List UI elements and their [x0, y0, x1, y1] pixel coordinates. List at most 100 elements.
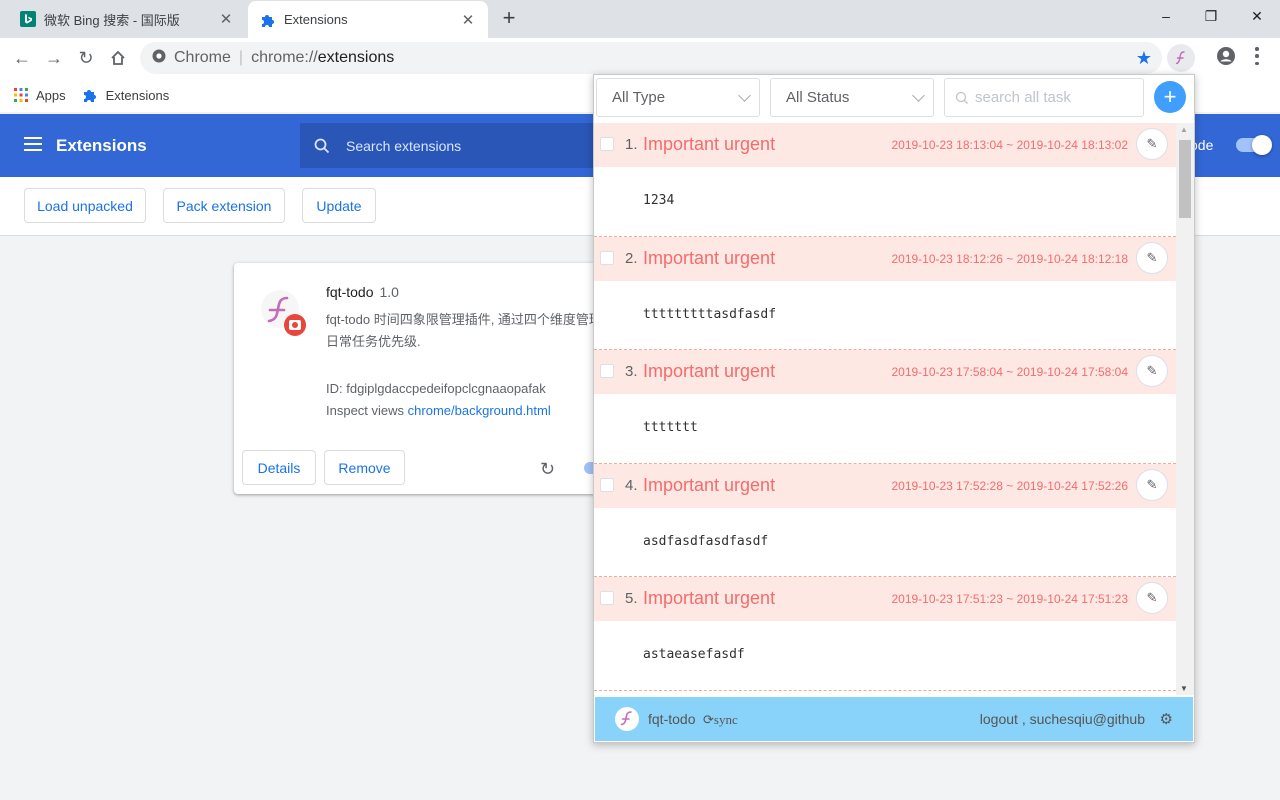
task-checkbox[interactable] — [600, 591, 614, 605]
bookmark-extensions[interactable]: Extensions — [82, 87, 169, 103]
task-time-range: 2019-10-23 17:58:04 ~ 2019-10-24 17:58:0… — [891, 365, 1128, 379]
forward-icon[interactable]: → — [42, 46, 66, 70]
restore-button[interactable]: ❐ — [1188, 0, 1234, 32]
tab-bing[interactable]: 微软 Bing 搜索 - 国际版 ✕ — [8, 0, 246, 38]
fqt-todo-popup: All Type All Status search all task + 1.… — [593, 74, 1195, 743]
task-number: 1. — [625, 136, 638, 153]
url-scheme: chrome:// — [251, 49, 318, 66]
browser-toolbar: ← → ↻ Chrome | chrome:// extensions ★ — [0, 38, 1280, 78]
task-checkbox[interactable] — [600, 137, 614, 151]
sync-button[interactable]: ⟳sync — [703, 712, 738, 728]
task-header: 5. Important urgent 2019-10-23 17:51:23 … — [594, 577, 1176, 621]
status-filter-select[interactable]: All Status — [770, 78, 934, 117]
puzzle-icon — [82, 87, 98, 103]
remove-button[interactable]: Remove — [324, 450, 405, 485]
chrome-icon — [152, 49, 166, 68]
task-content: tttttttttasdfasdf — [643, 306, 777, 322]
page-title: Extensions — [56, 136, 147, 155]
tab-strip: 微软 Bing 搜索 - 国际版 ✕ Extensions ✕ + – ❐ ✕ — [0, 0, 1280, 38]
toggle-knob — [1252, 135, 1272, 155]
url-divider: | — [238, 49, 244, 66]
minimize-button[interactable]: – — [1143, 0, 1189, 32]
edit-pencil-icon[interactable]: ✎ — [1136, 582, 1168, 614]
task-list-scrollbar[interactable]: ▲ ▼ — [1176, 123, 1194, 695]
search-placeholder: Search extensions — [346, 137, 462, 154]
details-button[interactable]: Details — [242, 450, 316, 485]
footer-app-name: fqt-todo — [648, 711, 696, 727]
home-icon[interactable] — [106, 46, 130, 70]
task-time-range: 2019-10-23 17:52:28 ~ 2019-10-24 17:52:2… — [891, 478, 1128, 493]
window-close-button[interactable]: ✕ — [1234, 0, 1280, 32]
edit-pencil-icon[interactable]: ✎ — [1136, 468, 1168, 501]
extension-logo — [260, 289, 308, 337]
address-bar[interactable]: Chrome | chrome:// extensions ★ — [140, 42, 1162, 74]
tab-title: 微软 Bing 搜索 - 国际版 — [44, 12, 180, 28]
task-content: 1234 — [643, 193, 675, 208]
task-header: 4. Important urgent 2019-10-23 17:52:28 … — [594, 463, 1176, 508]
profile-avatar-icon[interactable] — [1216, 46, 1236, 66]
task-content: astaeasefasdf — [643, 647, 745, 662]
type-filter-select[interactable]: All Type — [596, 78, 760, 117]
hamburger-menu-icon[interactable] — [24, 137, 42, 151]
url-host: extensions — [317, 49, 395, 66]
task-number: 5. — [625, 590, 638, 607]
task-priority: Important urgent — [643, 474, 776, 495]
sync-label: sync — [713, 712, 738, 727]
task-search-input[interactable]: search all task — [944, 78, 1144, 117]
edit-pencil-icon[interactable]: ✎ — [1136, 241, 1168, 274]
update-button[interactable]: Update — [302, 188, 376, 223]
task-content: asdfasdfasdfasdf — [643, 533, 769, 549]
site-chip: Chrome — [174, 49, 231, 66]
task-search-placeholder: search all task — [975, 89, 1071, 106]
tab-title: Extensions — [284, 12, 348, 27]
back-icon[interactable]: ← — [10, 46, 34, 70]
extension-name-text: fqt-todo — [326, 284, 374, 300]
task-priority: Important urgent — [643, 361, 776, 381]
scrollbar-thumb[interactable] — [1179, 140, 1191, 218]
bookmark-label: Apps — [36, 87, 66, 103]
tab-extensions[interactable]: Extensions ✕ — [248, 1, 488, 38]
task-content: ttttttt — [643, 420, 698, 435]
task-header: 3. Important urgent 2019-10-23 17:58:04 … — [594, 350, 1176, 394]
task-priority: Important urgent — [643, 588, 776, 608]
bookmark-star-icon[interactable]: ★ — [1136, 48, 1152, 69]
reload-extension-icon[interactable]: ↻ — [540, 459, 555, 480]
puzzle-icon — [260, 12, 276, 28]
extensions-search-input[interactable]: Search extensions — [300, 123, 600, 168]
add-task-button[interactable]: + — [1154, 81, 1186, 113]
menu-kebab-icon[interactable] — [1254, 47, 1260, 65]
new-tab-button[interactable]: + — [498, 7, 520, 30]
task-item: 2. Important urgent 2019-10-23 18:12:26 … — [594, 236, 1176, 350]
task-item: 3. Important urgent 2019-10-23 17:58:04 … — [594, 350, 1176, 464]
extension-version: 1.0 — [379, 284, 399, 300]
task-checkbox[interactable] — [600, 477, 614, 492]
scroll-up-icon[interactable]: ▲ — [1180, 125, 1188, 134]
edit-pencil-icon[interactable]: ✎ — [1136, 128, 1168, 160]
extension-description: fqt-todo 时间四象限管理插件, 通过四个维度管理日常任务优先级. — [326, 312, 602, 349]
tab-close-icon[interactable]: ✕ — [460, 11, 476, 29]
developer-mode-toggle[interactable] — [1236, 135, 1272, 155]
extension-id: ID: fdgiplgdaccpedeifopclcgnaaopafak — [326, 381, 546, 396]
logout-user-link[interactable]: logout , suchesqiu@github — [980, 711, 1145, 727]
task-list: 1. Important urgent 2019-10-23 18:13:04 … — [594, 123, 1176, 695]
task-number: 2. — [625, 249, 638, 267]
task-item: 5. Important urgent 2019-10-23 17:51:23 … — [594, 577, 1176, 691]
bookmark-apps[interactable]: Apps — [14, 88, 66, 103]
background-page-link[interactable]: chrome/background.html — [408, 403, 551, 418]
tab-close-icon[interactable]: ✕ — [218, 10, 234, 28]
gear-icon[interactable]: ⚙ — [1160, 710, 1173, 728]
edit-pencil-icon[interactable]: ✎ — [1136, 355, 1168, 387]
task-checkbox[interactable] — [600, 364, 614, 378]
fqt-todo-extension-icon[interactable] — [1167, 44, 1195, 72]
load-unpacked-button[interactable]: Load unpacked — [24, 188, 146, 223]
inspect-views-label: Inspect views — [326, 403, 405, 418]
task-header: 1. Important urgent 2019-10-23 18:13:04 … — [594, 123, 1176, 167]
chevron-down-icon — [738, 89, 751, 102]
reload-icon[interactable]: ↻ — [74, 46, 98, 70]
search-icon — [955, 91, 969, 105]
type-filter-value: All Type — [612, 89, 666, 106]
task-checkbox[interactable] — [600, 250, 614, 265]
scroll-down-icon[interactable]: ▼ — [1180, 684, 1188, 693]
pack-extension-button[interactable]: Pack extension — [163, 188, 285, 223]
task-item: 4. Important urgent 2019-10-23 17:52:28 … — [594, 463, 1176, 577]
